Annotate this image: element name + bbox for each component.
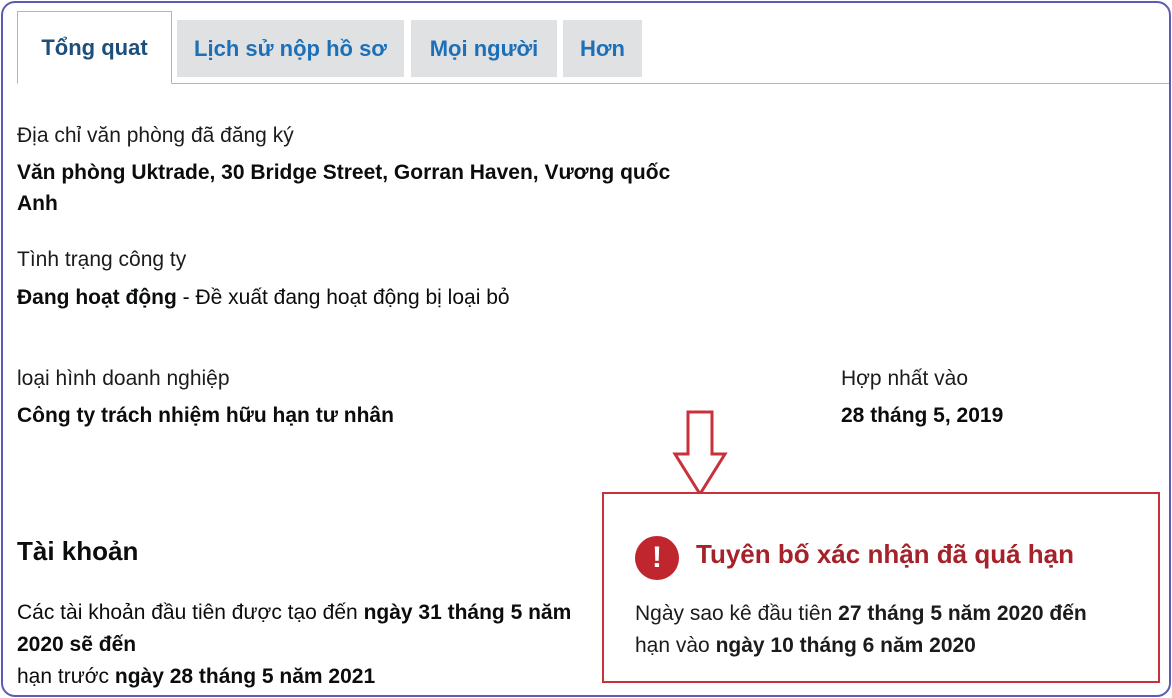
- incorporated-value: 28 tháng 5, 2019: [841, 404, 1004, 427]
- accounts-text1: Các tài khoản đầu tiên được tạo đến: [17, 601, 364, 624]
- tab-filing-history[interactable]: Lịch sử nộp hồ sơ: [177, 20, 404, 77]
- incorporated-label: Hợp nhất vào: [841, 367, 969, 390]
- window-frame: Tổng quat Lịch sử nộp hồ sơ Mọi người Hơ…: [1, 1, 1171, 697]
- registered-office-label: Địa chỉ văn phòng đã đăng ký: [17, 124, 294, 147]
- tab-more[interactable]: Hơn: [563, 20, 642, 77]
- tab-people[interactable]: Mọi người: [411, 20, 557, 77]
- accounts-text: Các tài khoản đầu tiên được tạo đến ngày…: [17, 597, 597, 693]
- tabs-divider: [17, 83, 1169, 84]
- accounts-bold2: ngày 28 tháng 5 năm 2021: [114, 665, 376, 688]
- registered-office-line2: Anh: [17, 192, 58, 215]
- alert-text1: Ngày sao kê đầu tiên: [635, 602, 839, 625]
- company-status-bold: Đang hoạt động: [17, 286, 177, 309]
- warning-icon: !: [635, 536, 679, 580]
- overdue-alert: ! Tuyên bố xác nhận đã quá hạn Ngày sao …: [602, 492, 1160, 683]
- alert-title: Tuyên bố xác nhận đã quá hạn: [696, 539, 1075, 569]
- company-status-label: Tình trạng công ty: [17, 248, 187, 271]
- company-type-value: Công ty trách nhiệm hữu hạn tư nhân: [17, 404, 394, 427]
- registered-office-value: Văn phòng Uktrade, 30 Bridge Street, Gor…: [17, 157, 670, 219]
- tab-overview[interactable]: Tổng quat: [17, 11, 172, 84]
- alert-bold2: ngày 10 tháng 6 năm 2020: [715, 634, 976, 657]
- company-status-note: - Đề xuất đang hoạt động bị loại bỏ: [176, 286, 510, 309]
- down-arrow-icon: [672, 410, 728, 497]
- company-status-value: Đang hoạt động - Đề xuất đang hoạt động …: [17, 282, 510, 313]
- accounts-heading: Tài khoản: [17, 536, 139, 566]
- alert-bold1: 27 tháng 5 năm 2020 đến: [838, 602, 1087, 625]
- accounts-text2: hạn trước: [17, 665, 115, 688]
- alert-body: Ngày sao kê đầu tiên 27 tháng 5 năm 2020…: [635, 598, 1155, 662]
- alert-text2: hạn vào: [635, 634, 716, 657]
- company-type-label: loại hình doanh nghiệp: [17, 367, 230, 390]
- registered-office-line1: Văn phòng Uktrade, 30 Bridge Street, Gor…: [17, 161, 671, 184]
